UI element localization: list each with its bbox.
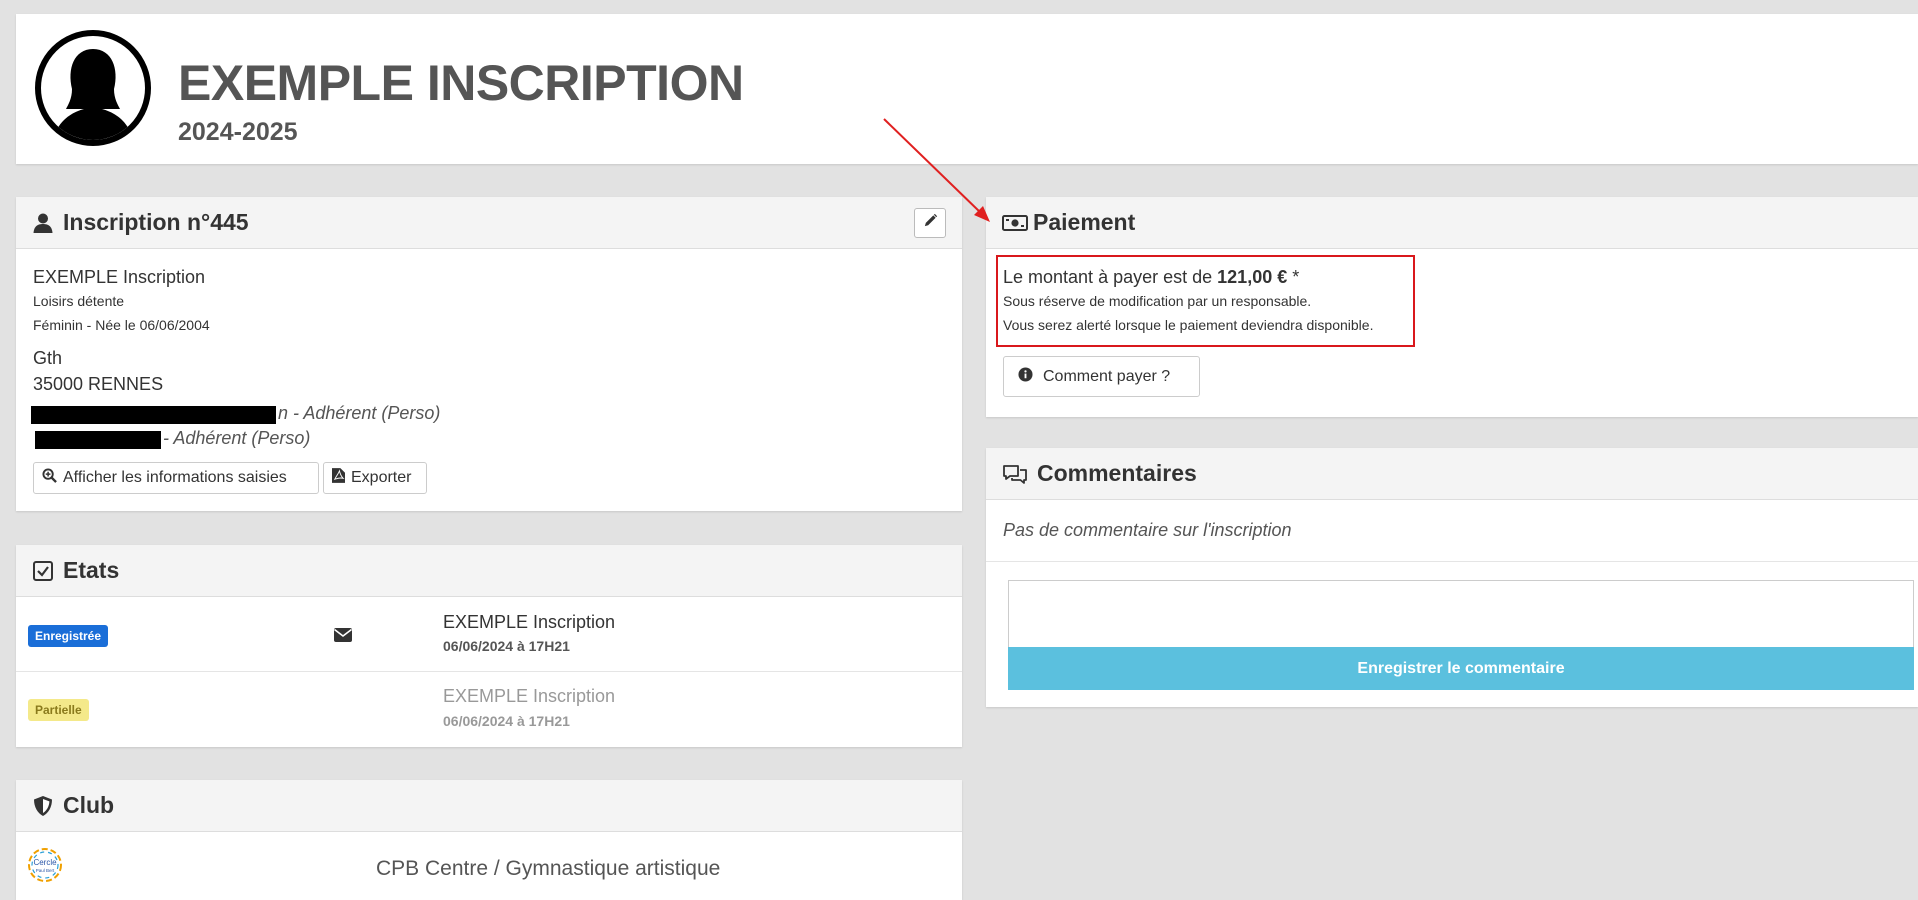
annotation-arrow bbox=[883, 118, 990, 222]
